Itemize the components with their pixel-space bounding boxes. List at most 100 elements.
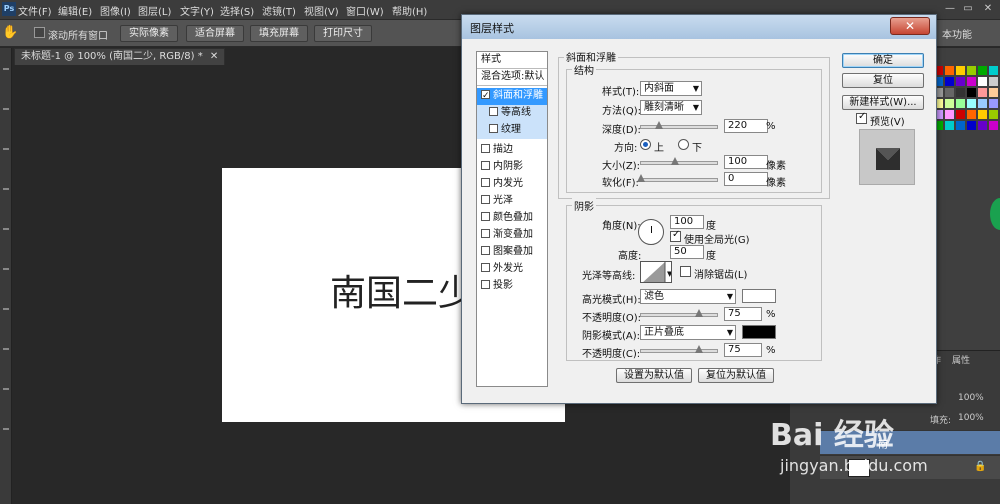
color-swatch[interactable] [989,88,998,97]
depth-input[interactable]: 220 [724,119,768,133]
altitude-input[interactable]: 50 [670,245,704,259]
dialog-titlebar[interactable]: 图层样式 ✕ [462,15,936,39]
color-swatch[interactable] [956,121,965,130]
slider-thumb[interactable] [637,174,645,182]
angle-input[interactable]: 100 [670,215,704,229]
bevel-emboss-checkbox[interactable] [481,88,490,104]
workspace-label[interactable]: 本功能 [938,26,1000,41]
color-swatch[interactable] [945,121,954,130]
tool-icon[interactable] [3,428,9,430]
set-default-button[interactable]: 设置为默认值 [616,368,692,383]
style-item-texture[interactable]: 纹理 [477,122,547,139]
styles-header[interactable]: 样式 [477,52,547,69]
reset-default-button[interactable]: 复位为默认值 [698,368,774,383]
highlight-color-swatch[interactable] [742,289,776,303]
color-swatch[interactable] [956,99,965,108]
shadow-color-swatch[interactable] [742,325,776,339]
color-swatch[interactable] [967,77,976,86]
style-item-color-overlay[interactable]: 颜色叠加 [477,210,547,227]
highlight-opacity-slider[interactable] [640,309,718,317]
reset-button[interactable]: 复位 [842,73,924,88]
print-size-button[interactable]: 打印尺寸 [314,25,372,42]
style-item-pattern-overlay[interactable]: 图案叠加 [477,244,547,261]
ok-button[interactable]: 确定 [842,53,924,68]
slider-thumb[interactable] [695,309,703,317]
color-swatch[interactable] [967,99,976,108]
scroll-all-windows-checkbox[interactable] [34,27,45,38]
direction-up-radio[interactable] [640,139,651,150]
tool-icon[interactable] [3,68,9,70]
menu-edit[interactable]: 编辑(E) [58,3,92,18]
color-swatch[interactable] [956,88,965,97]
color-swatch[interactable] [967,121,976,130]
color-swatch[interactable] [989,66,998,75]
tool-icon[interactable] [3,148,9,150]
color-swatch[interactable] [989,77,998,86]
menu-filter[interactable]: 滤镜(T) [262,3,296,18]
technique-select[interactable]: 雕刻清晰 ▼ [640,100,702,115]
size-slider[interactable] [640,157,718,165]
color-swatch[interactable] [956,77,965,86]
depth-slider[interactable] [640,121,718,129]
style-item-bevel-emboss[interactable]: 斜面和浮雕 [477,88,547,105]
size-input[interactable]: 100 [724,155,768,169]
stroke-checkbox[interactable] [481,143,490,153]
color-swatch[interactable] [989,121,998,130]
pattern-overlay-checkbox[interactable] [481,245,490,255]
menu-select[interactable]: 选择(S) [220,3,254,18]
global-light-checkbox[interactable] [670,229,681,242]
maximize-icon[interactable]: ▭ [960,2,976,16]
bevel-style-select[interactable]: 内斜面 ▼ [640,81,702,96]
style-item-inner-glow[interactable]: 内发光 [477,176,547,193]
document-tab[interactable]: 未标题-1 @ 100% (南国二少, RGB/8) * ✕ [14,48,226,65]
style-item-satin[interactable]: 光泽 [477,193,547,210]
texture-checkbox[interactable] [489,123,498,133]
menu-layer[interactable]: 图层(L) [138,3,171,18]
shadow-mode-select[interactable]: 正片叠底 ▼ [640,325,736,340]
highlight-opacity-input[interactable]: 75 [724,307,762,321]
tool-icon[interactable] [3,388,9,390]
direction-down-radio[interactable] [678,139,689,150]
blending-options-item[interactable]: 混合选项:默认 [477,69,547,86]
gloss-contour-picker[interactable]: ▼ [640,261,672,283]
drop-shadow-checkbox[interactable] [481,279,490,289]
color-swatch[interactable] [978,110,987,119]
color-overlay-checkbox[interactable] [481,211,490,221]
style-item-stroke[interactable]: 描边 [477,142,547,159]
menu-help[interactable]: 帮助(H) [392,3,427,18]
soften-input[interactable]: 0 [724,172,768,186]
shadow-opacity-input[interactable]: 75 [724,343,762,357]
color-swatch[interactable] [967,66,976,75]
swatches-panel[interactable] [934,66,1000,132]
color-swatch[interactable] [945,66,954,75]
color-swatch[interactable] [945,77,954,86]
menu-image[interactable]: 图像(I) [100,3,131,18]
style-item-contour[interactable]: 等高线 [477,105,547,122]
panel-tab-properties[interactable]: 属性 [952,353,970,366]
color-swatch[interactable] [978,66,987,75]
color-swatch[interactable] [956,110,965,119]
menu-type[interactable]: 文字(Y) [180,3,214,18]
slider-thumb[interactable] [671,157,679,165]
tool-icon[interactable] [3,348,9,350]
fill-screen-button[interactable]: 填充屏幕 [250,25,308,42]
new-style-button[interactable]: 新建样式(W)... [842,95,924,110]
dialog-close-button[interactable]: ✕ [890,17,930,35]
menu-file[interactable]: 文件(F) [18,3,52,18]
inner-shadow-checkbox[interactable] [481,160,490,170]
gradient-overlay-checkbox[interactable] [481,228,490,238]
menu-window[interactable]: 窗口(W) [346,3,384,18]
color-swatch[interactable] [978,88,987,97]
minimize-icon[interactable]: — [942,2,958,16]
tool-icon[interactable] [3,188,9,190]
soften-slider[interactable] [637,174,718,182]
close-window-icon[interactable]: ✕ [980,2,996,16]
slider-thumb[interactable] [655,121,663,129]
tool-icon[interactable] [3,108,9,110]
color-swatch[interactable] [945,99,954,108]
tool-icon[interactable] [3,308,9,310]
inner-glow-checkbox[interactable] [481,177,490,187]
shadow-opacity-slider[interactable] [640,345,718,353]
color-swatch[interactable] [967,88,976,97]
highlight-mode-select[interactable]: 滤色 ▼ [640,289,736,304]
